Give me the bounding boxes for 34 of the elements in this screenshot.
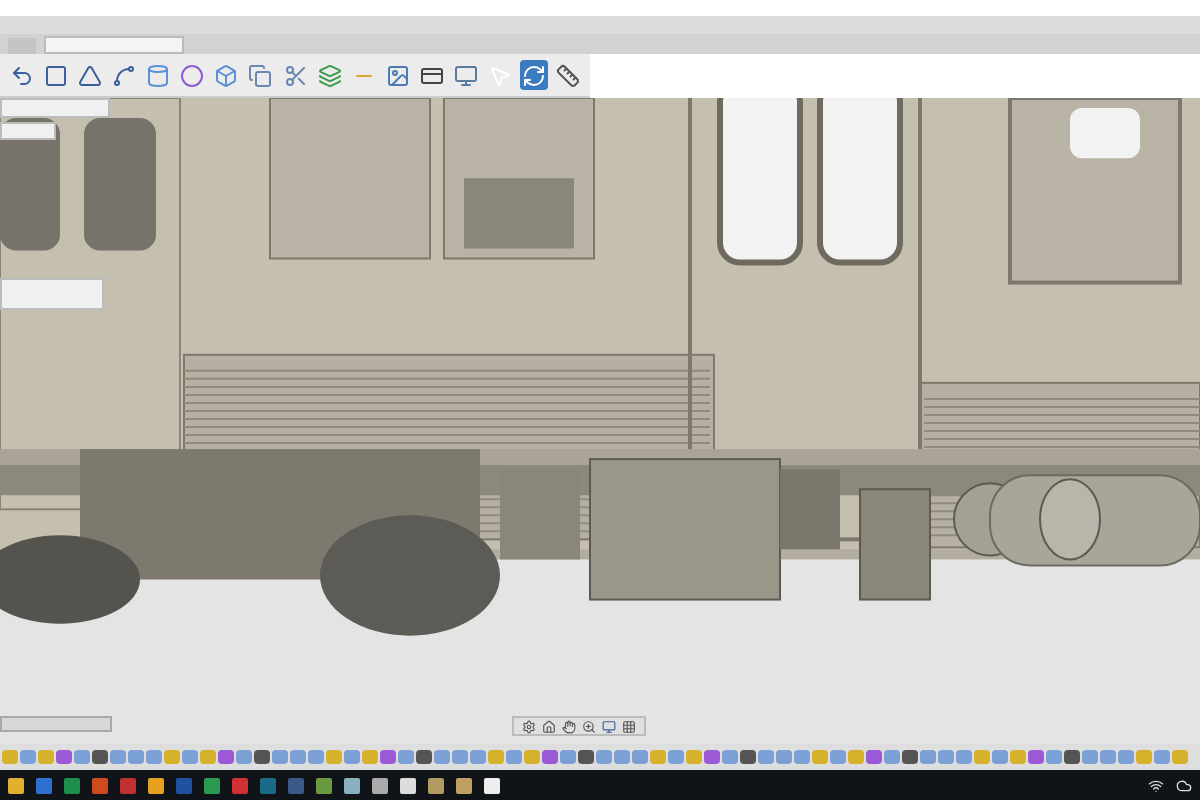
curve-icon <box>112 63 137 87</box>
cylinder-icon <box>146 63 171 87</box>
browser-panel <box>0 122 56 140</box>
rectangle-icon <box>44 63 69 87</box>
cloud-icon[interactable] <box>1176 777 1192 793</box>
card-icon <box>419 63 444 87</box>
image-icon <box>385 63 410 87</box>
monitor-icon[interactable] <box>602 719 616 733</box>
wifi-icon[interactable] <box>1148 777 1164 793</box>
triangle-icon <box>78 63 103 87</box>
copy-icon <box>248 63 273 87</box>
ruler-icon <box>556 63 581 87</box>
scissors-icon <box>283 63 308 87</box>
toolbar-button[interactable] <box>383 60 412 90</box>
comments-panel <box>0 716 112 732</box>
refresh-icon <box>521 63 546 87</box>
toolbar-button[interactable] <box>110 60 139 90</box>
toolbar-button[interactable] <box>76 60 105 90</box>
toolbar-button[interactable] <box>451 60 480 90</box>
undo-icon <box>10 63 35 87</box>
monitor-icon <box>453 63 478 87</box>
grid-icon[interactable] <box>622 719 636 733</box>
toolbar-button[interactable] <box>519 60 548 90</box>
box-icon <box>214 63 239 87</box>
home-icon[interactable] <box>542 719 556 733</box>
toolbar-button[interactable] <box>42 60 71 90</box>
toolbar-button[interactable] <box>178 60 207 90</box>
toolbar-button[interactable] <box>554 60 583 90</box>
browser-panel <box>0 278 104 310</box>
layers-icon <box>317 63 342 87</box>
orbit-icon[interactable] <box>522 719 536 733</box>
hand-icon[interactable] <box>562 719 576 733</box>
zoom-icon[interactable] <box>582 719 596 733</box>
sphere-icon <box>180 63 205 87</box>
